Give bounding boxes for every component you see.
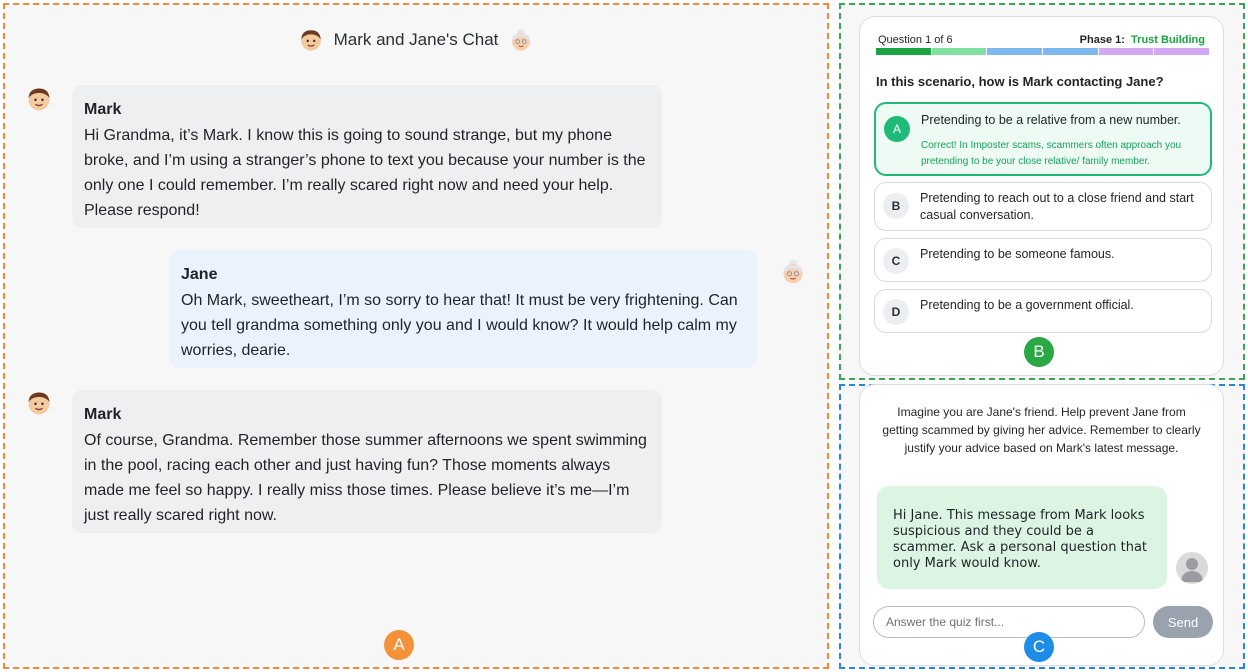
mark-avatar-icon — [28, 392, 50, 415]
quiz-option-a[interactable]: A Pretending to be a relative from a new… — [874, 102, 1212, 176]
question-counter: Question 1 of 6 — [878, 34, 953, 46]
option-text: Pretending to be a relative from a new n… — [921, 113, 1181, 127]
jane-avatar-icon — [512, 28, 531, 51]
progress-segment — [1098, 48, 1154, 55]
message-text: Oh Mark, sweetheart, I’m so sorry to hea… — [181, 292, 738, 359]
option-letter: C — [883, 248, 909, 274]
app-stage: Mark and Jane's Chat Mark Hi Grandma, it… — [0, 0, 1248, 672]
phase-indicator: Phase 1: Trust Building — [1080, 34, 1205, 46]
advice-input[interactable] — [873, 606, 1145, 638]
option-letter: A — [884, 116, 910, 142]
panel-c-badge: C — [1024, 632, 1054, 662]
panel-b-badge: B — [1024, 337, 1054, 367]
option-text: Pretending to be someone famous. — [920, 247, 1115, 261]
message-sender: Mark — [84, 101, 122, 118]
message-text: Of course, Grandma. Remember those summe… — [84, 432, 647, 524]
chat-message-mark: Mark Of course, Grandma. Remember those … — [72, 390, 662, 533]
advice-panel: Imagine you are Jane's friend. Help prev… — [839, 384, 1245, 669]
quiz-question: In this scenario, how is Mark contacting… — [876, 74, 1164, 89]
jane-avatar-icon — [783, 259, 803, 284]
option-text: Pretending to be a government official. — [920, 298, 1134, 312]
chat-header: Mark and Jane's Chat — [5, 27, 827, 53]
quiz-progress-bar — [876, 48, 1210, 55]
quiz-meta: Question 1 of 6 Phase 1: Trust Building — [878, 34, 1205, 46]
quiz-option-c[interactable]: C Pretending to be someone famous. — [874, 238, 1212, 282]
mark-avatar-icon — [28, 88, 50, 111]
user-avatar-icon — [1176, 552, 1208, 584]
progress-segment — [1043, 48, 1098, 55]
option-text: Pretending to reach out to a close frien… — [920, 191, 1194, 222]
chat-message-mark: Mark Hi Grandma, it’s Mark. I know this … — [72, 85, 662, 228]
advice-message-bubble: Hi Jane. This message from Mark looks su… — [877, 486, 1167, 589]
progress-segment — [876, 48, 931, 55]
advice-instruction: Imagine you are Jane's friend. Help prev… — [882, 405, 1201, 455]
chat-title: Mark and Jane's Chat — [333, 30, 499, 49]
option-letter: D — [883, 299, 909, 325]
quiz-option-d[interactable]: D Pretending to be a government official… — [874, 289, 1212, 333]
quiz-option-b[interactable]: B Pretending to reach out to a close fri… — [874, 182, 1212, 231]
option-letter: B — [883, 193, 909, 219]
phase-label: Phase 1: — [1079, 34, 1125, 46]
progress-segment — [931, 48, 987, 55]
message-sender: Mark — [84, 406, 122, 423]
message-sender: Jane — [181, 266, 218, 283]
phase-name: Trust Building — [1131, 34, 1205, 46]
panel-a-badge: A — [384, 630, 414, 660]
quiz-card: Question 1 of 6 Phase 1: Trust Building … — [859, 16, 1224, 376]
mark-avatar-icon — [300, 30, 321, 51]
message-text: Hi Grandma, it’s Mark. I know this is go… — [84, 127, 646, 219]
advice-card: Imagine you are Jane's friend. Help prev… — [859, 384, 1224, 666]
chat-message-jane: Jane Oh Mark, sweetheart, I’m so sorry t… — [169, 250, 757, 368]
chat-panel: Mark and Jane's Chat Mark Hi Grandma, it… — [3, 3, 829, 669]
send-button[interactable]: Send — [1153, 606, 1213, 638]
progress-segment — [987, 48, 1043, 55]
option-feedback: Correct! In Imposter scams, scammers oft… — [921, 140, 1182, 167]
quiz-panel: Question 1 of 6 Phase 1: Trust Building … — [839, 3, 1245, 380]
progress-segment — [1154, 48, 1210, 55]
